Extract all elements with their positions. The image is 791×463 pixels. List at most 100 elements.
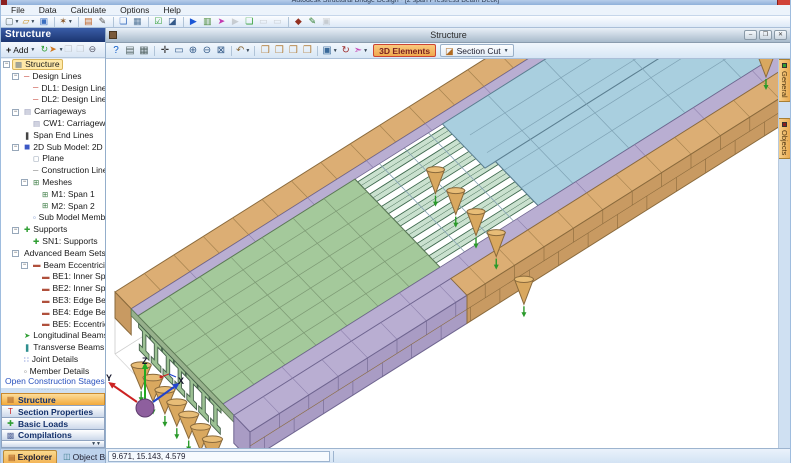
- tree-item-be3-edge-beam-span-1-s[interactable]: ▬BE3: Edge Beam Span 1.s...: [1, 295, 105, 307]
- objbrowser-icon: ◫: [63, 452, 71, 461]
- print-preview-icon: ▤: [125, 46, 134, 56]
- print-preview-button[interactable]: ▤: [123, 44, 137, 57]
- tree-item-transverse-beams[interactable]: ❚Transverse Beams: [1, 342, 105, 354]
- wizard-button[interactable]: ✶▼: [58, 16, 74, 27]
- line-icon: ─: [24, 73, 29, 81]
- tree-item-construction-lines[interactable]: ─Construction Lines: [1, 165, 105, 177]
- results-button[interactable]: ▥: [201, 16, 214, 27]
- help-button[interactable]: ?: [109, 44, 123, 57]
- toolbar-separator: [154, 46, 155, 56]
- edit-data-button[interactable]: ✎: [306, 16, 319, 27]
- menu-help[interactable]: Help: [156, 5, 187, 16]
- tree-item-sn1-supports[interactable]: ✚SN1: Supports: [1, 236, 105, 248]
- delete-data-button[interactable]: ◆: [292, 16, 305, 27]
- view-iso-ne-button[interactable]: ❒: [258, 44, 272, 57]
- expander-icon[interactable]: −: [12, 73, 19, 80]
- close-button[interactable]: ✕: [774, 30, 787, 40]
- export-button[interactable]: ➤▼: [50, 43, 62, 56]
- tree-item-span-end-lines[interactable]: ❚Span End Lines: [1, 130, 105, 142]
- tree-item-advanced-beam-sets[interactable]: −Advanced Beam Sets: [1, 248, 105, 260]
- section-view-button[interactable]: ◪: [166, 16, 179, 27]
- tree-item-2d-sub-model-2d-model-a[interactable]: −◼2D Sub Model: 2D Model A: [1, 142, 105, 154]
- expander-icon[interactable]: −: [3, 61, 10, 68]
- section-cut-button[interactable]: ◪Section Cut▼: [440, 44, 513, 57]
- tree-item-be1-inner-span-1-auto[interactable]: ▬BE1: Inner Span 1 [Auto]: [1, 271, 105, 283]
- display-options-button[interactable]: ▣▼: [321, 44, 338, 57]
- zoom-in-button[interactable]: ⊕: [186, 44, 200, 57]
- window-close-button[interactable]: [777, 0, 790, 5]
- edit-data-icon: ✎: [309, 17, 317, 26]
- tree-item-member-details[interactable]: ▫Member Details: [1, 366, 105, 375]
- menu-calculate[interactable]: Calculate: [64, 5, 113, 16]
- new-button[interactable]: ▢▼: [4, 16, 20, 27]
- tree-item-meshes[interactable]: −⊞Meshes: [1, 177, 105, 189]
- stack-button-compilations[interactable]: ▩Compilations: [1, 429, 105, 441]
- side-tab-general[interactable]: General: [779, 59, 791, 102]
- pan-button[interactable]: ✛: [158, 44, 172, 57]
- report-button[interactable]: ▤: [82, 16, 95, 27]
- save-button[interactable]: ▣: [37, 16, 50, 27]
- menu-file[interactable]: File: [4, 5, 32, 16]
- add-button[interactable]: + Add ▼: [3, 43, 38, 56]
- open-button[interactable]: ▱▼: [21, 16, 36, 27]
- menu-options[interactable]: Options: [113, 5, 156, 16]
- section-cut-label: Section Cut: [457, 45, 501, 57]
- tree-item-be2-inner-span-2-sam-a[interactable]: ▬BE2: Inner Span 2.sam [A...: [1, 283, 105, 295]
- rotate-view-button[interactable]: ↻: [339, 44, 353, 57]
- design-check-button[interactable]: ☑: [152, 16, 165, 27]
- tree-item-longitudinal-beams[interactable]: ➤Longitudinal Beams: [1, 330, 105, 342]
- member-icon: ▫: [24, 368, 27, 375]
- edit-pencil-button[interactable]: ✎: [96, 16, 109, 27]
- expander-icon[interactable]: −: [12, 144, 19, 151]
- analyse-button[interactable]: ▶: [187, 16, 200, 27]
- view-iso-sw-button[interactable]: ❒: [300, 44, 314, 57]
- tree-item-be4-edge-beam-span-2-s[interactable]: ▬BE4: Edge Beam Span 2.s...: [1, 307, 105, 319]
- view-iso-nw-button[interactable]: ❒: [272, 44, 286, 57]
- zoom-window-button[interactable]: ▭: [172, 44, 186, 57]
- tree-item-m2-span-2[interactable]: ⊞M2: Span 2: [1, 201, 105, 213]
- model-viewport[interactable]: ZYX: [106, 59, 779, 448]
- expander-icon[interactable]: −: [21, 179, 28, 186]
- tree-item-dl1-design-line[interactable]: ─DL1: Design Line: [1, 83, 105, 95]
- tree-item-sub-model-members[interactable]: ▫Sub Model Members: [1, 212, 105, 224]
- print-button[interactable]: ▦: [137, 44, 151, 57]
- tree-item-joint-details[interactable]: ∷Joint Details: [1, 354, 105, 366]
- zoom-extents-button[interactable]: ⊠: [214, 44, 228, 57]
- run-forward-button[interactable]: ➤: [215, 16, 228, 27]
- model-window-button[interactable]: ❏: [117, 16, 130, 27]
- tree-item-cw1-carriageway[interactable]: ▤CW1: Carriageway: [1, 118, 105, 130]
- restore-button[interactable]: ❐: [759, 30, 772, 40]
- stack-button-structure[interactable]: ▦Structure: [1, 393, 105, 405]
- open-construction-stages-link[interactable]: Open Construction Stages...: [1, 375, 105, 388]
- 3d-elements-toggle[interactable]: 3D Elements: [373, 44, 436, 57]
- tree-item-structure[interactable]: −▦Structure: [1, 59, 105, 71]
- selection-filter-button[interactable]: ➣▼: [353, 44, 369, 57]
- tree-item-plane[interactable]: ◻Plane: [1, 153, 105, 165]
- tree-item-be5-eccentricities[interactable]: ▬BE5: Eccentricities: [1, 319, 105, 331]
- minimize-button[interactable]: ‒: [744, 30, 757, 40]
- side-tab-objects[interactable]: Objects: [779, 118, 791, 159]
- tree-item-carriageways[interactable]: −▤Carriageways: [1, 106, 105, 118]
- panel-stack-collapse-bar[interactable]: ▼▼: [1, 441, 105, 448]
- expander-icon[interactable]: −: [12, 250, 19, 257]
- zoom-out-button[interactable]: ⊖: [200, 44, 214, 57]
- expander-icon[interactable]: −: [12, 109, 19, 116]
- tree-item-dl2-design-line[interactable]: ─DL2: Design Line: [1, 94, 105, 106]
- expander-icon[interactable]: −: [21, 262, 28, 269]
- tab-explorer[interactable]: ▤Explorer: [3, 450, 57, 463]
- tree-item-m1-span-1[interactable]: ⊞M1: Span 1: [1, 189, 105, 201]
- tree-item-supports[interactable]: −✚Supports: [1, 224, 105, 236]
- expander-icon[interactable]: −: [12, 227, 19, 234]
- step-icon: ▶: [232, 17, 239, 26]
- tree-item-beam-eccentricities[interactable]: −▬Beam Eccentricities: [1, 260, 105, 272]
- refresh-model-button[interactable]: ❏: [243, 16, 256, 27]
- grid-view-button[interactable]: ▦: [131, 16, 144, 27]
- stack-button-basic-loads[interactable]: ✚Basic Loads: [1, 417, 105, 429]
- bridge-3d-model[interactable]: ZYX: [106, 59, 779, 448]
- stack-button-section-properties[interactable]: TSection Properties: [1, 405, 105, 417]
- view-iso-se-button[interactable]: ❒: [286, 44, 300, 57]
- collapse-button[interactable]: ⊖: [86, 43, 98, 56]
- menu-data[interactable]: Data: [32, 5, 64, 16]
- tree-item-design-lines[interactable]: −─Design Lines: [1, 71, 105, 83]
- previous-view-button[interactable]: ↶▼: [235, 44, 251, 57]
